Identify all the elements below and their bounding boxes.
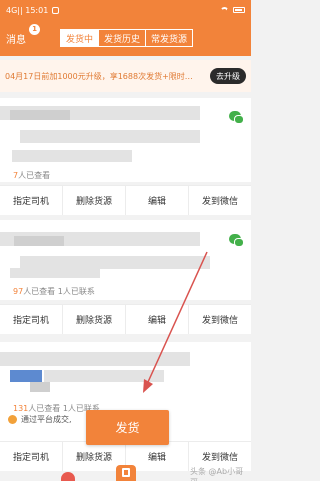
annotation-arrow: [143, 251, 208, 393]
